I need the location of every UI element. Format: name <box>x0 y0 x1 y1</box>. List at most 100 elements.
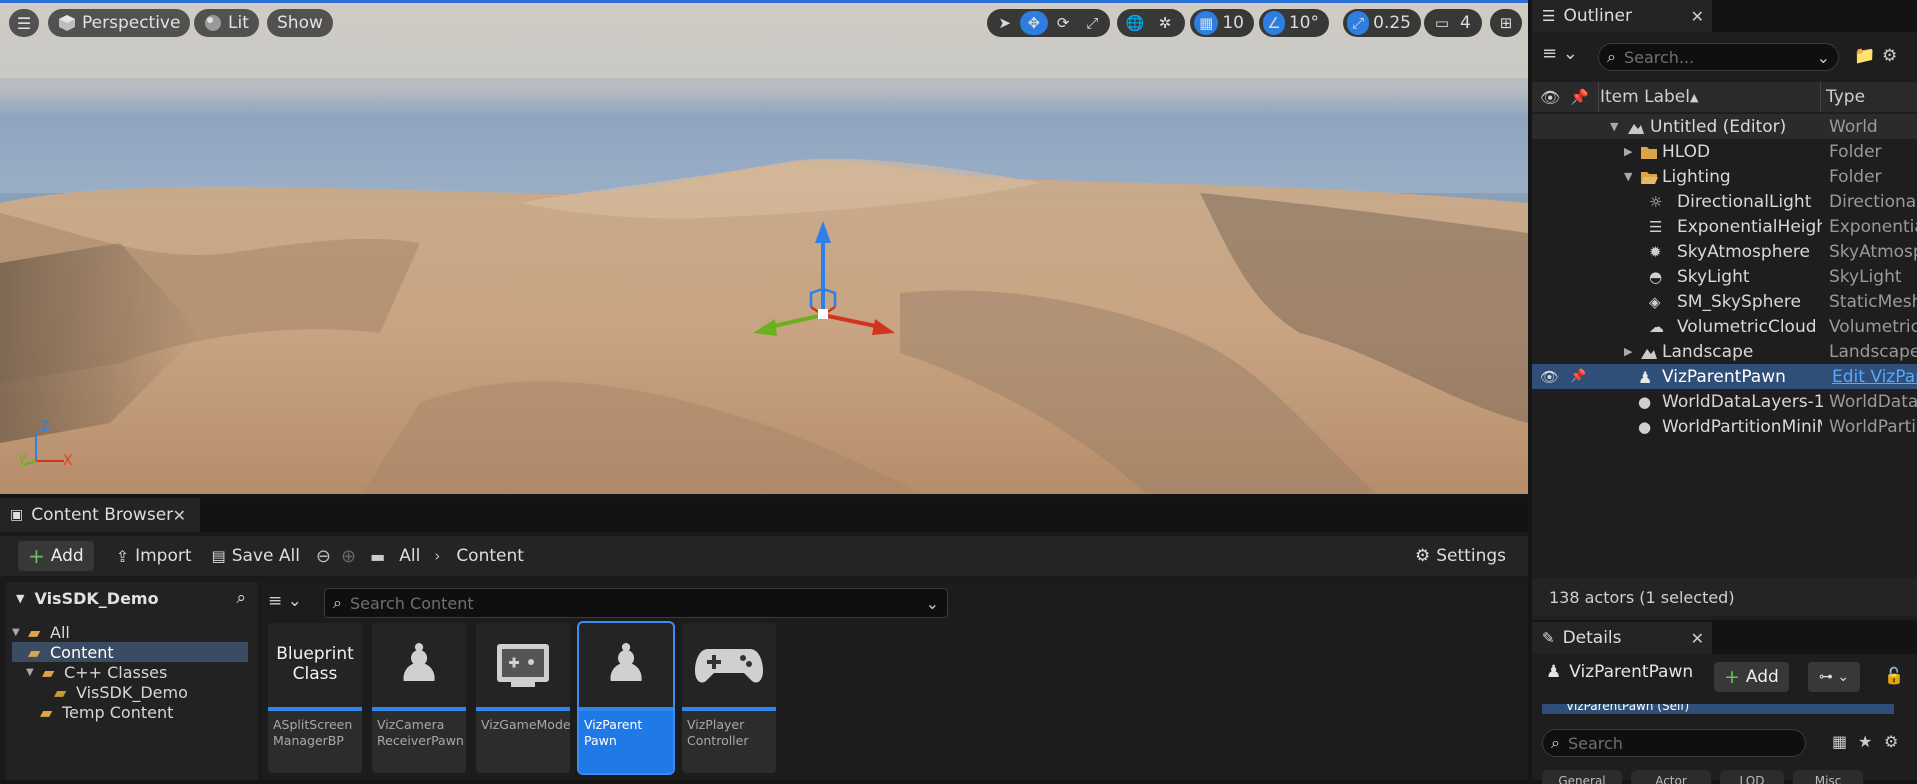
asset-tile[interactable]: ♟ VizCamera ReceiverPawn <box>372 623 466 773</box>
close-icon[interactable]: ✕ <box>173 506 186 525</box>
scale-tool-icon[interactable]: ⤢ <box>1079 11 1106 35</box>
axis-y-label: Y <box>18 453 27 469</box>
collapsed-arrow-icon[interactable]: ▶ <box>1624 145 1632 158</box>
view-mode-button[interactable]: Perspective <box>48 9 191 37</box>
column-type[interactable]: Type <box>1826 87 1865 107</box>
outliner-row[interactable]: ● WorldDataLayers-1 WorldData <box>1532 389 1917 414</box>
level-viewport[interactable]: Z X Y ☰ Perspective Lit Show ➤ ✥ ⟳ ⤢ 🌐 ✲… <box>0 0 1528 494</box>
folder-item-content[interactable]: ▰ Content <box>12 642 248 662</box>
select-tool-icon[interactable]: ➤ <box>991 11 1018 35</box>
filter-icon[interactable]: ≡ ⌄ <box>1542 43 1578 64</box>
content-browser-tab[interactable]: ▣ Content Browser ✕ <box>0 498 200 532</box>
gear-icon[interactable]: ⚙ <box>1884 732 1898 751</box>
filter-tab-lod[interactable]: LOD <box>1720 770 1784 784</box>
skylight-icon: ◓ <box>1649 267 1663 286</box>
outliner-row[interactable]: ☰ ExponentialHeightF Exponentia <box>1532 214 1917 239</box>
import-button[interactable]: ⇪ Import <box>106 541 202 571</box>
filter-icon[interactable]: ≡ ⌄ <box>268 591 302 611</box>
outliner-row-selected[interactable]: 👁 📌 ♟ VizParentPawn Edit VizPar <box>1532 364 1917 389</box>
outliner-row[interactable]: ☼ DirectionalLight Directional <box>1532 189 1917 214</box>
outliner-row[interactable]: ◓ SkyLight SkyLight <box>1532 264 1917 289</box>
close-icon[interactable]: ✕ <box>1691 629 1704 648</box>
collapsed-arrow-icon[interactable]: ▶ <box>1624 345 1632 358</box>
folder-item-temp-content[interactable]: ▰ Temp Content <box>40 702 276 722</box>
column-item-label[interactable]: Item Label <box>1600 87 1690 107</box>
table-view-icon[interactable]: ▦ <box>1832 732 1847 751</box>
grid-snap-toggle[interactable]: ▦ 10 <box>1190 9 1254 37</box>
row-label: SkyAtmosphere <box>1677 241 1811 262</box>
camera-speed-button[interactable]: ▭ 4 <box>1424 9 1482 37</box>
transform-tools: ➤ ✥ ⟳ ⤢ <box>987 9 1110 37</box>
pin-icon[interactable]: 📌 <box>1570 369 1586 384</box>
add-folder-icon[interactable]: 📁 <box>1854 46 1875 66</box>
folder-item-cpp-classes[interactable]: ▼ ▰ C++ Classes <box>26 662 262 682</box>
filter-tab-general[interactable]: General <box>1542 770 1622 784</box>
visibility-eye-icon[interactable]: 👁 <box>1540 368 1559 386</box>
rotate-tool-icon[interactable]: ⟳ <box>1050 11 1077 35</box>
asset-tile[interactable]: VizPlayer Controller <box>682 623 776 773</box>
details-tab[interactable]: ✎ Details ✕ <box>1532 622 1712 654</box>
axis-z-label: Z <box>40 419 50 435</box>
viewport-menu-button[interactable]: ☰ <box>9 9 39 37</box>
rotation-snap-toggle[interactable]: ∠ 10° <box>1259 9 1329 37</box>
pin-icon[interactable]: 📌 <box>1570 88 1589 106</box>
breadcrumb-all[interactable]: All <box>399 546 420 566</box>
pawn-icon: ♟ <box>1638 367 1653 387</box>
star-icon[interactable]: ★ <box>1858 732 1872 751</box>
details-add-label: Add <box>1745 667 1779 687</box>
surface-snap-icon[interactable]: ✲ <box>1151 11 1179 35</box>
outliner-row[interactable]: ▶ HLOD Folder <box>1532 139 1917 164</box>
scale-snap-toggle[interactable]: ⤢ 0.25 <box>1343 9 1421 37</box>
content-search-input[interactable]: ⌕ Search Content ⌄ <box>324 588 948 618</box>
filter-tab-misc[interactable]: Misc <box>1793 770 1863 784</box>
asset-tile[interactable]: VizGameMode <box>476 623 570 773</box>
sphere-icon: ● <box>1638 392 1652 411</box>
expand-arrow-icon[interactable]: ▼ <box>1624 170 1632 183</box>
folder-item-vissdk-demo[interactable]: ▰ VisSDK_Demo <box>54 682 290 702</box>
folder-open-icon: ▰ <box>28 642 41 662</box>
outliner-tab[interactable]: ☰ Outliner ✕ <box>1532 0 1712 32</box>
save-all-button[interactable]: ▤ Save All <box>202 541 310 571</box>
visibility-eye-icon[interactable]: 👁 <box>1540 88 1560 107</box>
gear-icon[interactable]: ⚙ <box>1882 46 1897 66</box>
selected-actor-name: VizParentPawn <box>1569 662 1694 682</box>
outliner-row[interactable]: ✹ SkyAtmosphere SkyAtmosp <box>1532 239 1917 264</box>
component-tree-row[interactable]: VizParentPawn (Self) <box>1542 704 1894 714</box>
blueprint-options-button[interactable]: ⊶ ⌄ <box>1808 662 1860 692</box>
breadcrumb-content[interactable]: Content <box>456 546 524 566</box>
add-button[interactable]: + Add <box>18 541 94 571</box>
transform-gizmo[interactable] <box>745 215 905 345</box>
expand-arrow-icon[interactable]: ▼ <box>1610 120 1618 133</box>
move-tool-icon[interactable]: ✥ <box>1020 11 1048 35</box>
search-icon[interactable]: ⌕ <box>236 588 246 608</box>
folder-item-all[interactable]: ▼ ▰ All <box>12 622 248 642</box>
camera-icon: ▭ <box>1434 14 1450 32</box>
outliner-row[interactable]: ▶ Landscape Landscape <box>1532 339 1917 364</box>
folder-icon[interactable]: ▬ <box>370 547 385 566</box>
filter-tab-actor[interactable]: Actor <box>1631 770 1711 784</box>
asset-tile-selected[interactable]: ♟ VizParent Pawn <box>577 621 675 775</box>
outliner-search-input[interactable]: ⌕ Search... ⌄ <box>1598 43 1839 71</box>
layout-button[interactable]: ⊞ <box>1490 9 1522 37</box>
forward-arrow-icon[interactable]: ⊕ <box>341 546 356 567</box>
layout-grid-icon: ⊞ <box>1499 14 1513 32</box>
back-arrow-icon[interactable]: ⊖ <box>316 546 331 567</box>
edit-blueprint-link[interactable]: Edit VizPar <box>1832 367 1917 387</box>
settings-button[interactable]: ⚙ Settings <box>1405 541 1516 571</box>
outliner-row[interactable]: ◈ SM_SkySphere StaticMesh <box>1532 289 1917 314</box>
details-add-button[interactable]: + Add <box>1714 662 1789 692</box>
project-header[interactable]: ▼ VisSDK_Demo ⌕ <box>6 582 258 614</box>
show-flags-button[interactable]: Show <box>267 9 333 37</box>
lock-icon[interactable]: 🔓 <box>1884 666 1904 685</box>
outliner-row[interactable]: ☁ VolumetricCloud Volumetric <box>1532 314 1917 339</box>
outliner-row[interactable]: ● WorldPartitionMiniM WorldParti <box>1532 414 1917 439</box>
asset-tile[interactable]: Blueprint Class ASplitScreen ManagerBP <box>268 623 362 773</box>
world-space-icon[interactable]: 🌐 <box>1121 11 1149 35</box>
outliner-row[interactable]: ▼ Untitled (Editor) World <box>1532 114 1917 139</box>
content-browser-toolbar: + Add ⇪ Import ▤ Save All ⊖ ⊕ ▬ All › Co… <box>0 536 1528 576</box>
outliner-row[interactable]: ▼ Lighting Folder <box>1532 164 1917 189</box>
close-icon[interactable]: ✕ <box>1691 7 1704 26</box>
pencil-icon: ✎ <box>1542 629 1555 647</box>
details-search-input[interactable]: ⌕ Search <box>1542 729 1806 757</box>
lighting-mode-button[interactable]: Lit <box>194 9 259 37</box>
